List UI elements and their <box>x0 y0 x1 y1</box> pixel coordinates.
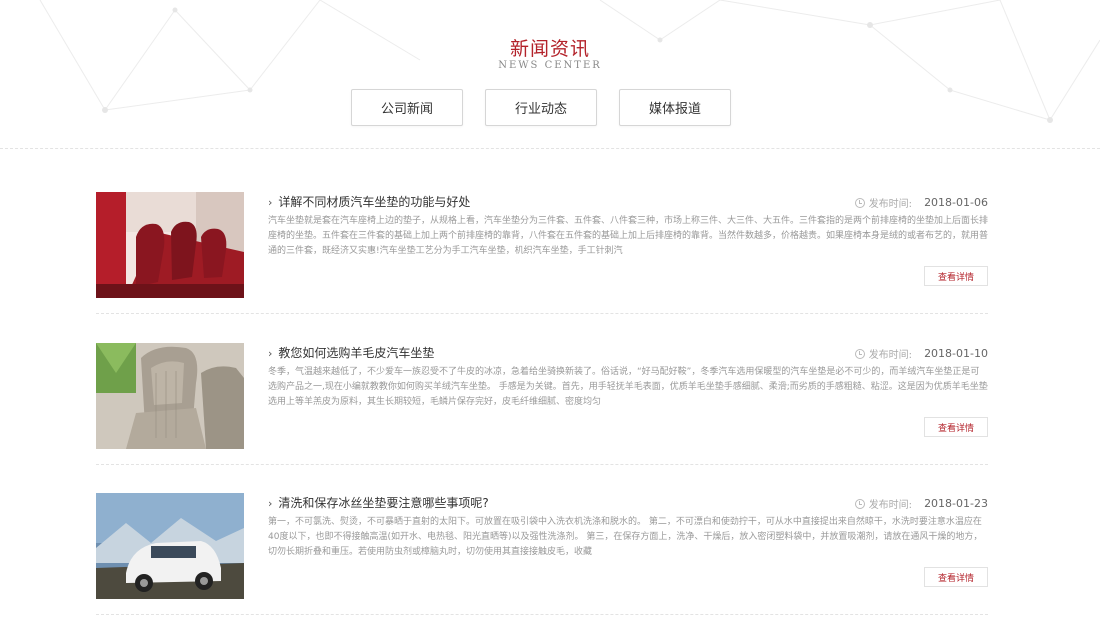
tab-company-news[interactable]: 公司新闻 <box>351 89 463 126</box>
category-tabs: 公司新闻 行业动态 媒体报道 <box>351 89 731 126</box>
news-thumbnail-white-suv[interactable] <box>96 493 244 599</box>
date-label: 发布时间: <box>868 199 913 210</box>
news-item: › 教您如何选购羊毛皮汽车坐垫 发布时间: 2018-01-10 冬季，气温越来越… <box>96 343 988 493</box>
news-item: › 清洗和保存冰丝坐垫要注意哪些事项呢? 发布时间: 2018-01-23 第一，… <box>96 493 988 618</box>
view-details-button[interactable]: 查看详情 <box>924 266 988 286</box>
news-excerpt: 汽车坐垫就是套在汽车座椅上边的垫子，从规格上看，汽车坐垫分为三件套、五件套、八件… <box>268 216 988 256</box>
news-item: › 详解不同材质汽车坐垫的功能与好处 发布时间: 2018-01-06 汽车坐垫就… <box>96 192 988 342</box>
news-excerpt: 第一，不可氯洗、熨烫，不可暴晒于直射的太阳下。可放置在吸引袋中入洗衣机洗涤和脱水… <box>268 517 983 557</box>
item-divider <box>96 614 988 615</box>
clock-icon <box>854 348 865 359</box>
news-meta: 发布时间: 2018-01-10 <box>854 346 988 361</box>
item-divider <box>96 464 988 465</box>
header-divider <box>0 148 1100 149</box>
news-date: 2018-01-23 <box>924 497 988 510</box>
news-title[interactable]: › 清洗和保存冰丝坐垫要注意哪些事项呢? <box>268 494 489 511</box>
view-details-button[interactable]: 查看详情 <box>924 417 988 437</box>
news-meta: 发布时间: 2018-01-23 <box>854 496 988 511</box>
news-title[interactable]: › 教您如何选购羊毛皮汽车坐垫 <box>268 344 434 361</box>
page-subtitle: NEWS CENTER <box>498 60 602 71</box>
clock-icon <box>854 197 865 208</box>
news-thumbnail-grey-seat[interactable] <box>96 343 244 449</box>
news-thumbnail-red-seats[interactable] <box>96 192 244 298</box>
view-details-button[interactable]: 查看详情 <box>924 567 988 587</box>
tab-industry-news[interactable]: 行业动态 <box>485 89 597 126</box>
news-excerpt: 冬季，气温越来越低了，不少爱车一族忍受不了牛皮的冰凉，急着给坐骑换新装了。俗话说… <box>268 367 988 407</box>
news-meta: 发布时间: 2018-01-06 <box>854 195 988 210</box>
clock-icon <box>854 498 865 509</box>
date-label: 发布时间: <box>868 500 913 511</box>
news-title[interactable]: › 详解不同材质汽车坐垫的功能与好处 <box>268 193 470 210</box>
date-label: 发布时间: <box>868 350 913 361</box>
chevron-right-icon: › <box>268 196 273 209</box>
page-title: 新闻资讯 <box>509 38 590 60</box>
news-date: 2018-01-06 <box>924 196 988 209</box>
chevron-right-icon: › <box>268 497 273 510</box>
chevron-right-icon: › <box>268 347 273 360</box>
item-divider <box>96 313 988 314</box>
section-header: 新闻资讯 NEWS CENTER 公司新闻 行业动态 媒体报道 <box>0 0 1100 148</box>
news-date: 2018-01-10 <box>924 347 988 360</box>
tab-media-reports[interactable]: 媒体报道 <box>619 89 731 126</box>
